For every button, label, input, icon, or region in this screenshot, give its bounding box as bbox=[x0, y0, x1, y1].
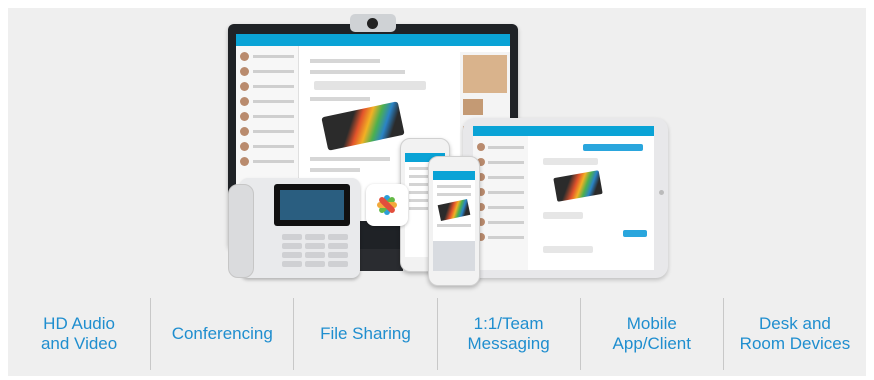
feature-file-sharing: File Sharing bbox=[294, 298, 438, 370]
device-montage-image bbox=[8, 8, 866, 298]
smartphone-front bbox=[428, 156, 480, 286]
feature-mobile-app: Mobile App/Client bbox=[581, 298, 724, 370]
desk-ip-phone bbox=[228, 178, 360, 278]
tablet-device bbox=[463, 118, 668, 278]
feature-conferencing: Conferencing bbox=[151, 298, 295, 370]
feature-hd-audio-video: HD Audio and Video bbox=[8, 298, 152, 370]
webcam-icon bbox=[350, 14, 396, 32]
feature-team-messaging: 1:1/Team Messaging bbox=[438, 298, 581, 370]
feature-strip: HD Audio and Video Conferencing File Sha… bbox=[8, 290, 866, 378]
spark-logo-icon bbox=[366, 184, 408, 226]
feature-desk-room-devices: Desk and Room Devices bbox=[739, 314, 851, 353]
